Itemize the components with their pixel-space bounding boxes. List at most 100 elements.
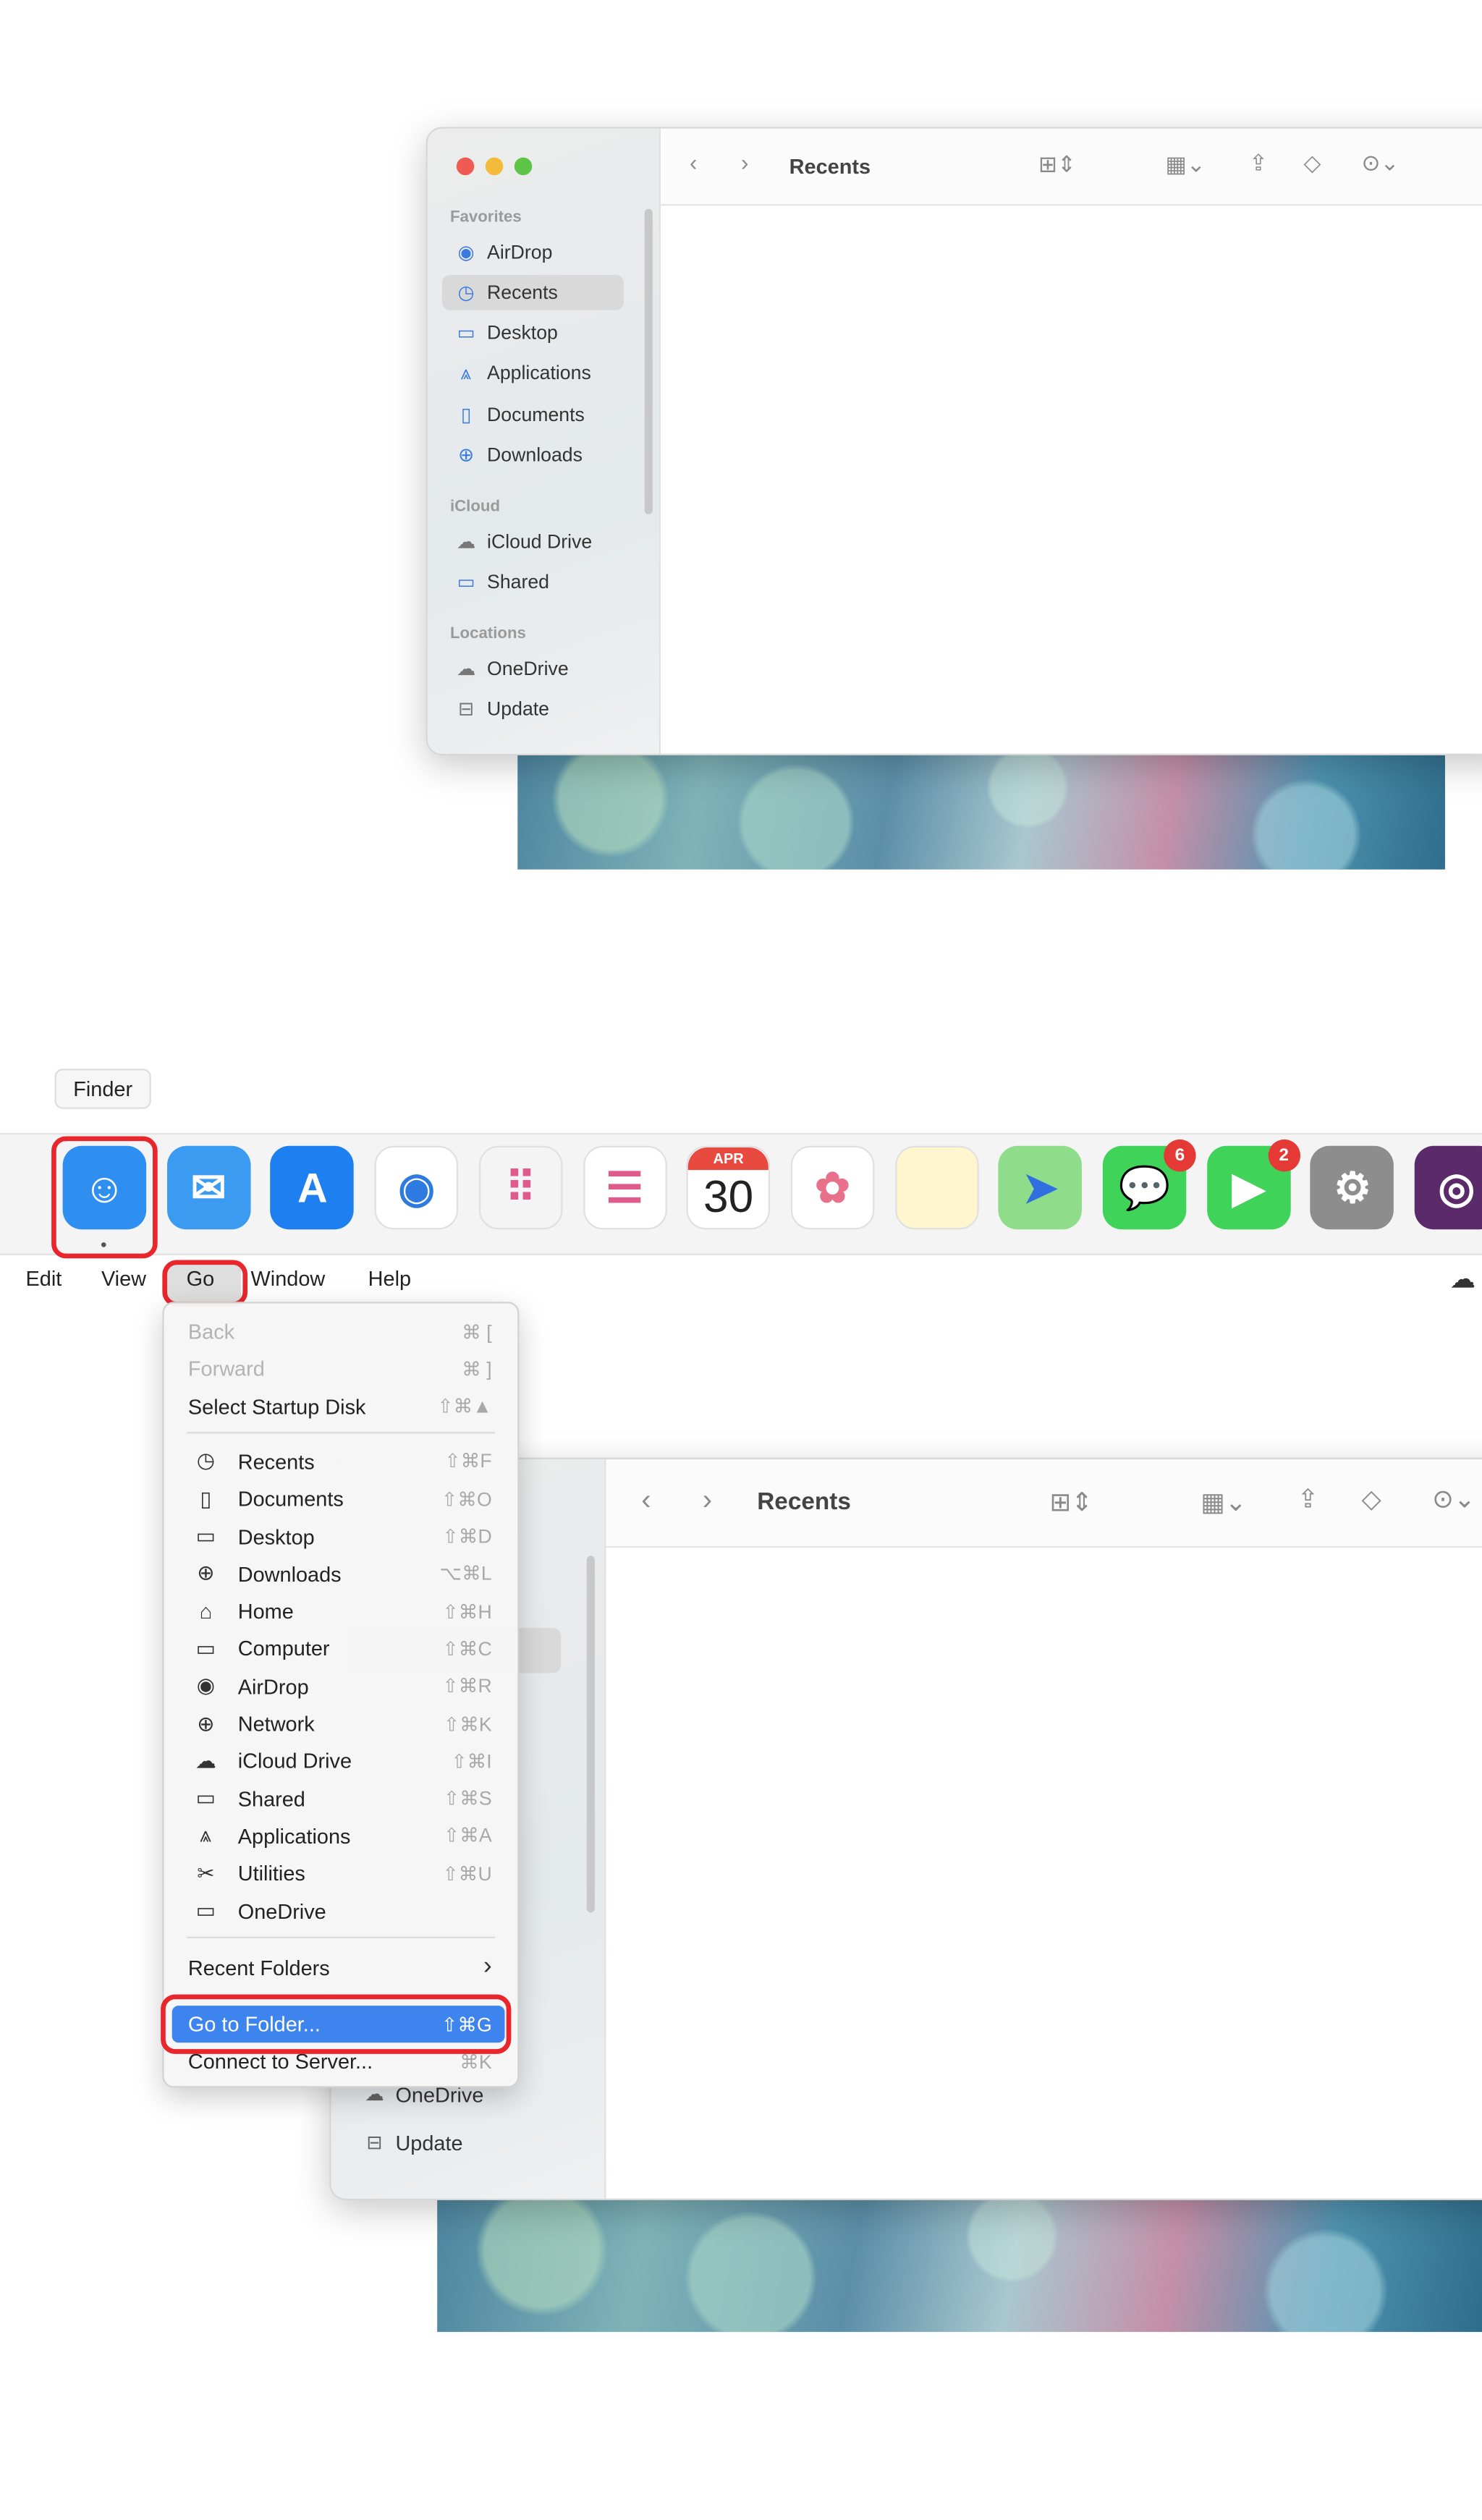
shortcut: ⇧⌘R xyxy=(442,1675,492,1698)
menu-item-utilities[interactable]: ✂ Utilities ⇧⌘U xyxy=(172,1855,505,1892)
forward-icon[interactable]: › xyxy=(741,150,748,176)
clock-icon: ◷ xyxy=(457,281,475,304)
menu-item-label: Back xyxy=(187,1319,235,1344)
icon-view-icon[interactable]: ⊞⇕ xyxy=(1050,1487,1093,1519)
sidebar-item-label: Shared xyxy=(487,570,550,593)
sidebar-scrollbar[interactable] xyxy=(644,208,653,514)
cloud-icon: ☁ xyxy=(195,1748,216,1773)
minimize-button[interactable] xyxy=(485,157,504,176)
menu-item-desktop[interactable]: ▭ Desktop ⇧⌘D xyxy=(172,1518,505,1555)
close-button[interactable] xyxy=(456,157,475,176)
menu-item-downloads[interactable]: ⊕ Downloads ⌥⌘L xyxy=(172,1556,505,1592)
menu-item-airdrop[interactable]: ◉ AirDrop ⇧⌘R xyxy=(172,1668,505,1705)
sidebar-section-favorites: Favorites xyxy=(449,208,522,227)
desktop-icon: ▭ xyxy=(457,321,475,344)
dock-photos[interactable]: ✿ xyxy=(790,1145,875,1230)
menu-item-applications[interactable]: ⩓ Applications ⇧⌘A xyxy=(172,1817,505,1854)
back-icon[interactable]: ‹ xyxy=(690,150,697,176)
desktop-wallpaper xyxy=(517,752,1445,870)
dock-app-store[interactable]: A xyxy=(271,1145,355,1230)
sidebar-item-icloud-drive[interactable]: ☁ iCloud Drive xyxy=(442,524,624,559)
dock-reminders[interactable]: ☰ xyxy=(583,1145,666,1230)
share-icon[interactable]: ⇪ xyxy=(1297,1483,1319,1515)
dock-mail[interactable]: ✉ xyxy=(166,1145,250,1230)
shared-folder-icon: ▭ xyxy=(195,1786,216,1810)
menu-item-recents[interactable]: ◷ Recents ⇧⌘F xyxy=(172,1443,505,1480)
more-icon[interactable]: ⊙⌄ xyxy=(1361,150,1399,177)
menubar-edit[interactable]: Edit xyxy=(26,1266,62,1290)
menu-item-forward[interactable]: Forward ⌘ ] xyxy=(172,1351,505,1388)
dock-siri[interactable]: ◎ xyxy=(1414,1145,1482,1230)
dock-chrome[interactable]: ◉ xyxy=(374,1145,459,1230)
notification-badge: 6 xyxy=(1164,1139,1196,1172)
maps-icon: ➤ xyxy=(1022,1163,1059,1211)
menu-item-home[interactable]: ⌂ Home ⇧⌘H xyxy=(172,1593,505,1630)
group-icon[interactable]: ▦⌄ xyxy=(1201,1487,1246,1519)
menu-item-recent-folders[interactable]: Recent Folders › xyxy=(172,1949,505,1986)
sidebar-item-label: Recents xyxy=(487,281,558,304)
menu-item-onedrive[interactable]: ▭ OneDrive xyxy=(172,1893,505,1930)
sidebar-item-airdrop[interactable]: ◉ AirDrop xyxy=(442,234,624,270)
menu-item-label: Computer xyxy=(237,1637,330,1661)
group-icon[interactable]: ▦⌄ xyxy=(1165,151,1205,179)
menubar-view[interactable]: View xyxy=(101,1266,146,1290)
shortcut: ⇧⌘▲ xyxy=(437,1395,492,1418)
sidebar-item-label: iCloud Drive xyxy=(487,530,593,553)
utilities-icon: ✂ xyxy=(197,1860,215,1885)
sidebar-item-update[interactable]: ⊟ Update xyxy=(350,2125,532,2160)
annotation-highlight-finder xyxy=(51,1136,158,1259)
applications-icon: ⩓ xyxy=(200,1823,212,1848)
menu-item-network[interactable]: ⊕ Network ⇧⌘K xyxy=(172,1705,505,1742)
system-settings-icon: ⚙ xyxy=(1334,1163,1371,1211)
menu-item-computer[interactable]: ▭ Computer ⇧⌘C xyxy=(172,1630,505,1667)
menubar-go[interactable]: Go xyxy=(187,1266,215,1290)
icon-view-icon[interactable]: ⊞⇕ xyxy=(1038,151,1076,179)
chrome-icon: ◉ xyxy=(398,1163,435,1211)
airdrop-icon: ◉ xyxy=(457,241,475,264)
document-icon: ▯ xyxy=(200,1486,212,1511)
dock-maps[interactable]: ➤ xyxy=(999,1145,1083,1230)
menu-item-back[interactable]: Back ⌘ [ xyxy=(172,1313,505,1350)
sidebar-item-downloads[interactable]: ⊕ Downloads xyxy=(442,437,624,472)
menu-item-label: Applications xyxy=(237,1823,351,1849)
menu-item-select-startup-disk[interactable]: Select Startup Disk ⇧⌘▲ xyxy=(172,1388,505,1425)
dock-messages[interactable]: 💬 6 xyxy=(1102,1139,1196,1230)
dock-facetime[interactable]: ▶ 2 xyxy=(1206,1139,1300,1230)
sidebar-item-desktop[interactable]: ▭ Desktop xyxy=(442,315,624,350)
menu-separator xyxy=(186,1431,496,1434)
download-icon: ⊕ xyxy=(197,1561,215,1585)
sidebar-item-shared[interactable]: ▭ Shared xyxy=(442,564,624,600)
more-icon[interactable]: ⊙⌄ xyxy=(1432,1483,1475,1515)
menu-item-shared[interactable]: ▭ Shared ⇧⌘S xyxy=(172,1780,505,1817)
sidebar-item-onedrive[interactable]: ☁ OneDrive xyxy=(442,651,624,687)
forward-icon[interactable]: › xyxy=(703,1483,712,1517)
sidebar-item-update[interactable]: ⊟ Update xyxy=(442,691,624,726)
shortcut: ⇧⌘U xyxy=(442,1862,492,1885)
toolbar: ‹ › Recents ⊞⇕ ▦⌄ ⇪ ◇ ⊙⌄ xyxy=(606,1459,1482,1548)
menu-item-documents[interactable]: ▯ Documents ⇧⌘O xyxy=(172,1480,505,1517)
zoom-button[interactable] xyxy=(514,157,533,176)
menu-item-label: Downloads xyxy=(237,1561,342,1586)
folder-icon: ▭ xyxy=(195,1898,216,1922)
applications-icon: ⩓ xyxy=(460,360,472,383)
tag-icon[interactable]: ◇ xyxy=(1303,150,1321,177)
sidebar-item-recents[interactable]: ◷ Recents xyxy=(441,274,624,310)
share-icon[interactable]: ⇪ xyxy=(1249,150,1268,177)
drive-icon: ⊟ xyxy=(366,2131,383,2154)
menubar-help[interactable]: Help xyxy=(368,1266,411,1290)
sidebar-item-applications[interactable]: ⩓ Applications xyxy=(442,355,624,391)
shared-folder-icon: ▭ xyxy=(457,570,475,593)
sidebar-scrollbar[interactable] xyxy=(586,1556,595,1913)
dock-launchpad[interactable]: ⠿ xyxy=(478,1145,563,1230)
tag-icon[interactable]: ◇ xyxy=(1361,1483,1381,1515)
dock-calendar[interactable]: APR 30 xyxy=(686,1145,771,1230)
dock-notes[interactable] xyxy=(894,1145,978,1230)
menubar-window[interactable]: Window xyxy=(251,1266,326,1290)
shortcut: ⇧⌘C xyxy=(442,1637,492,1660)
menu-item-icloud-drive[interactable]: ☁ iCloud Drive ⇧⌘I xyxy=(172,1743,505,1780)
cloud-status-icon[interactable]: ☁ xyxy=(1450,1263,1476,1295)
menu-item-label: Select Startup Disk xyxy=(187,1394,366,1419)
back-icon[interactable]: ‹ xyxy=(641,1483,651,1517)
dock-system-settings[interactable]: ⚙ xyxy=(1310,1145,1394,1230)
sidebar-item-documents[interactable]: ▯ Documents xyxy=(442,397,624,433)
